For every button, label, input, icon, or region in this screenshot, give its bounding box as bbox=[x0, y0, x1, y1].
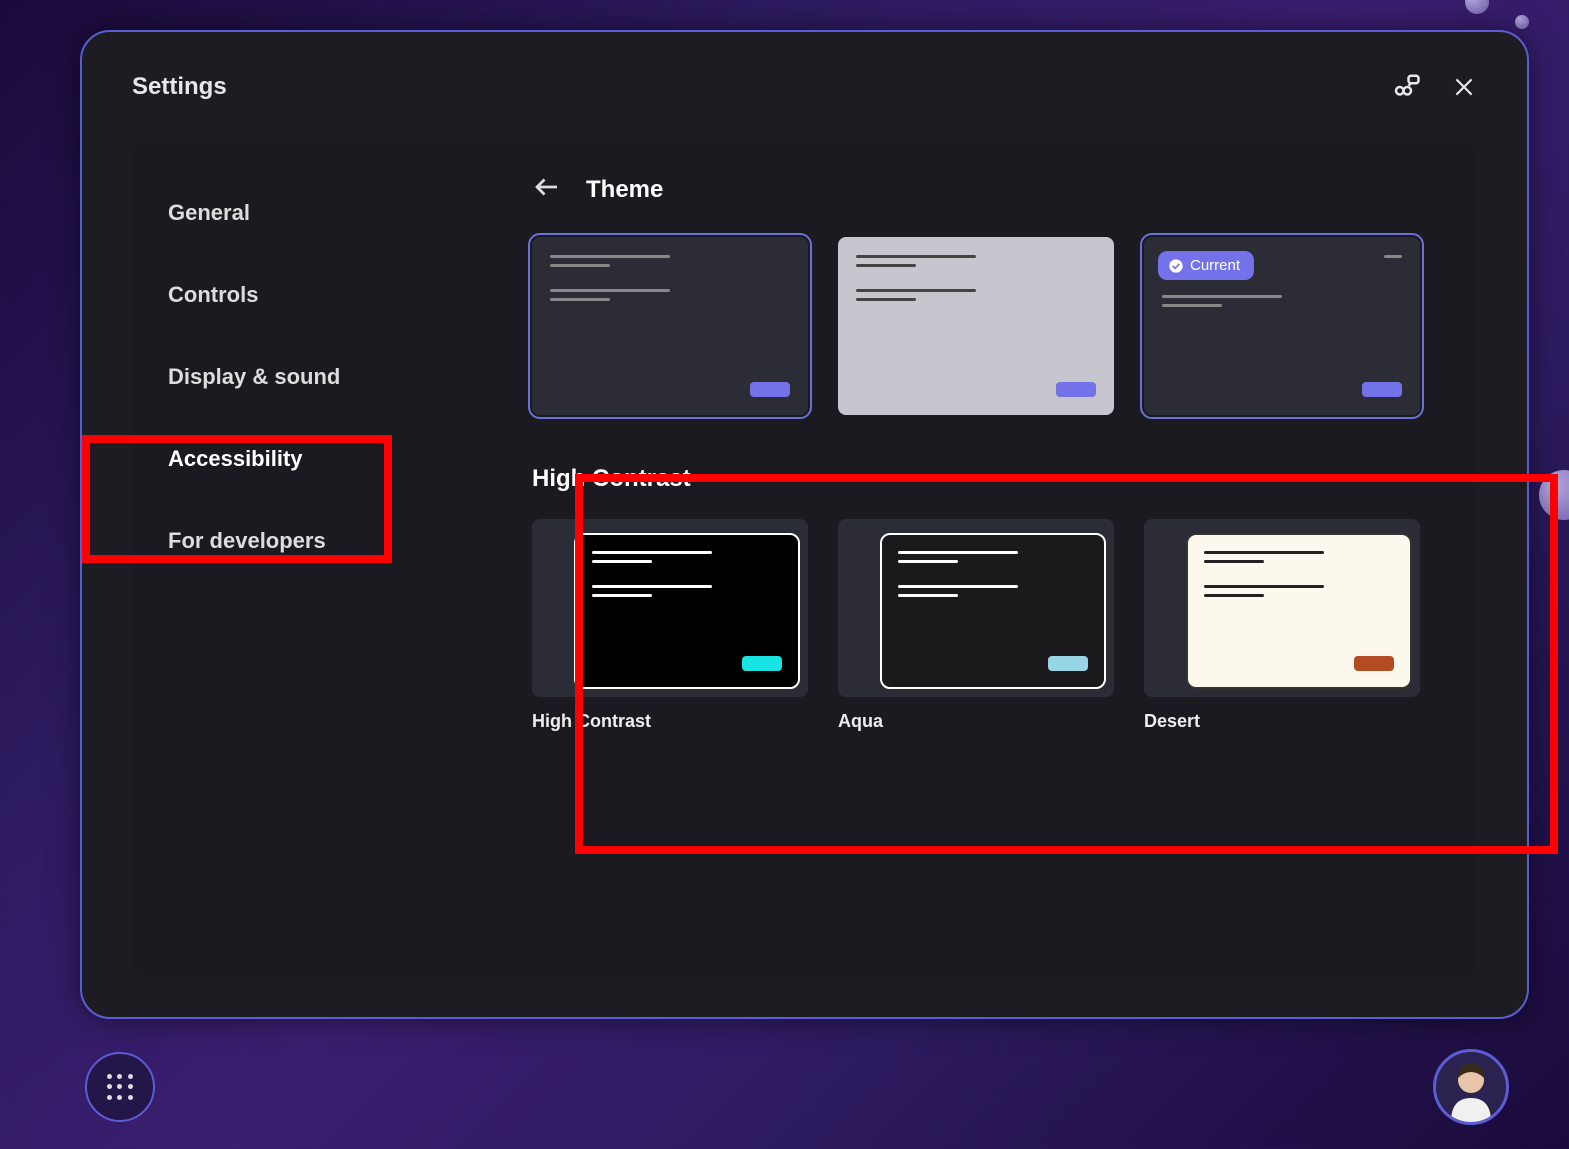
feedback-icon[interactable] bbox=[1391, 72, 1421, 102]
sidebar: General Controls Display & sound Accessi… bbox=[132, 142, 512, 977]
content-title: Theme bbox=[586, 176, 663, 204]
high-contrast-grid: High Contrast bbox=[512, 519, 1447, 732]
hc-label-high-contrast: High Contrast bbox=[532, 711, 808, 732]
high-contrast-title: High Contrast bbox=[512, 465, 1447, 493]
content-header: Theme bbox=[512, 172, 1447, 207]
hc-theme-aqua[interactable]: Aqua bbox=[838, 519, 1114, 732]
apps-button[interactable] bbox=[85, 1052, 155, 1122]
avatar-button[interactable] bbox=[1433, 1049, 1509, 1125]
content-area: Theme bbox=[512, 142, 1477, 977]
theme-grid: Current bbox=[512, 237, 1447, 415]
header-actions bbox=[1391, 72, 1477, 102]
back-icon[interactable] bbox=[532, 172, 562, 207]
sidebar-item-controls[interactable]: Controls bbox=[132, 254, 512, 336]
panel-title: Settings bbox=[132, 73, 227, 101]
sidebar-item-accessibility[interactable]: Accessibility bbox=[132, 418, 512, 500]
sidebar-item-general[interactable]: General bbox=[132, 172, 512, 254]
sidebar-item-developers[interactable]: For developers bbox=[132, 500, 512, 582]
close-icon[interactable] bbox=[1451, 74, 1477, 100]
avatar-icon bbox=[1436, 1052, 1506, 1122]
hc-label-aqua: Aqua bbox=[838, 711, 1114, 732]
apps-icon bbox=[107, 1074, 133, 1100]
current-badge: Current bbox=[1158, 251, 1254, 280]
panel-body: General Controls Display & sound Accessi… bbox=[132, 142, 1477, 977]
bottom-bar bbox=[85, 1049, 1509, 1125]
current-badge-label: Current bbox=[1190, 257, 1240, 274]
hc-theme-high-contrast[interactable]: High Contrast bbox=[532, 519, 808, 732]
hc-label-desert: Desert bbox=[1144, 711, 1420, 732]
sidebar-item-display-sound[interactable]: Display & sound bbox=[132, 336, 512, 418]
theme-dark[interactable] bbox=[532, 237, 808, 415]
settings-panel: Settings General Controls Disp bbox=[80, 30, 1529, 1019]
theme-light[interactable] bbox=[838, 237, 1114, 415]
panel-header: Settings bbox=[132, 72, 1477, 102]
hc-theme-desert[interactable]: Desert bbox=[1144, 519, 1420, 732]
theme-current[interactable]: Current bbox=[1144, 237, 1420, 415]
